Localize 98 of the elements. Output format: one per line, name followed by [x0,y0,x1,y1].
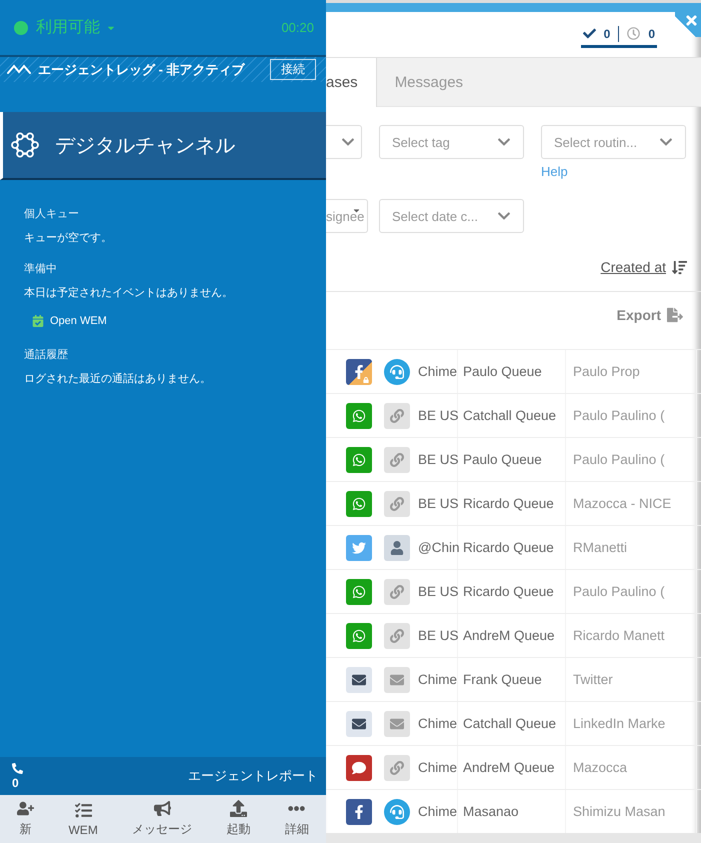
section-heading: 通話履歴 [24,348,69,362]
section-text: 本日は予定されたイベントはありません。 [24,286,234,300]
table-cell: Mazocca [573,760,628,775]
table-cell: LinkedIn Marke [573,716,666,731]
table-cell: AndreM Queue [463,760,555,775]
clock-icon [627,27,640,40]
whatsapp-icon [346,622,372,648]
table-cell: BE US [418,408,459,423]
envelope-icon [346,710,372,736]
table-cell: Chime [418,364,458,379]
export-icon [667,307,683,323]
section-heading: 準備中 [24,262,58,276]
connect-button[interactable]: 接続 [270,59,316,80]
table-cell: BE US [418,452,459,467]
table-cell: Mazocca - NICE [573,496,672,511]
table-cell: BE US [418,496,459,511]
envelope-icon [384,710,410,736]
checklist-icon [74,802,92,818]
whatsapp-icon [346,578,372,604]
table-cell: BE US [418,628,459,643]
table-cell: Shimizu Masan [573,804,666,819]
table-cell: Ricardo Queue [463,540,554,555]
select-field[interactable]: Select date c... [379,199,524,233]
table-cell: Paulo Paulino ( [573,452,665,467]
table-cell: Paulo Paulino ( [573,584,665,599]
table-cell: Paulo Prop [573,364,640,379]
person-icon [384,534,410,560]
channel-item[interactable]: デジタルチャンネル [0,112,326,180]
section-text: ログされた最近の通話はありません。 [24,372,212,386]
section-text: キューが空です。 [24,230,113,245]
link-icon [384,622,410,648]
headset-icon [384,358,410,384]
table-cell: RManetti [573,540,628,555]
megaphone-icon [154,800,171,817]
table-cell: Catchall Queue [463,408,556,423]
table-cell: Chime [418,716,458,731]
table-cell: Chime [418,672,458,687]
table-cell: Ricardo Manett [573,628,665,643]
link-icon [384,402,410,428]
table-cell: Catchall Queue [463,716,556,731]
table-cell: Ricardo Queue [463,496,554,511]
link-icon [384,446,410,472]
calendar-icon [32,315,44,327]
table-cell: Paulo Queue [463,364,542,379]
phone-icon [12,762,23,774]
twitter-icon [346,534,372,560]
check-icon [582,27,596,40]
select-field[interactable]: Select routin... [541,125,686,159]
select-field[interactable] [326,125,362,159]
select-field[interactable]: Select tag [379,125,524,159]
agent-report-link[interactable]: エージェントレポート [188,767,318,785]
export-button[interactable]: Export [610,306,689,324]
table-cell: Paulo Queue [463,452,542,467]
nav-button[interactable]: 詳細 [280,800,313,838]
table-cell: @Chin [418,540,460,555]
add-user-icon [17,800,34,817]
link-icon [384,578,410,604]
table-cell: Ricardo Queue [463,584,554,599]
call-count: 0 [12,776,19,790]
facebook-icon [346,358,372,384]
sort-link[interactable]: Created at [600,259,687,275]
whatsapp-icon [346,446,372,472]
help-link[interactable]: Help [541,164,686,179]
table-cell: Masanao [463,804,519,819]
whatsapp-icon [346,402,372,428]
network-icon [11,131,39,159]
headset-icon [384,798,410,824]
sort-icon [672,260,687,274]
nav-button[interactable]: 起動 [222,800,254,838]
nav-button[interactable]: 新 [13,800,38,838]
envelope-icon [346,666,372,692]
tab[interactable]: Messages [376,58,482,106]
link-icon [384,754,410,780]
facebook-icon [346,798,372,824]
open-wem-link[interactable]: Open WEM [32,315,302,327]
counter: 0 [648,26,655,40]
table-cell: Frank Queue [463,672,542,687]
channel-label: デジタルチャンネル [55,134,235,158]
whatsapp-icon [346,490,372,516]
chat-bubble-icon [346,754,372,780]
envelope-icon [384,666,410,692]
table-cell: AndreM Queue [463,628,555,643]
nav-button[interactable]: WEM [64,802,102,836]
status-dot [14,20,28,34]
select-field[interactable]: signee [326,199,368,233]
table-cell: Chime [418,804,458,819]
table-cell: Paulo Paulino ( [573,408,665,423]
agent-leg-status: エージェントレッグ - 非アクティブ [38,60,245,78]
section-heading: 個人キュー [24,207,80,221]
table-cell: Twitter [573,672,613,687]
timer-text: 00:20 [281,20,314,35]
upload-icon [230,800,247,817]
counter: 0 [604,26,610,40]
table-cell: BE US [418,584,459,599]
nav-button[interactable]: メッセージ [128,800,196,838]
table-cell: Chime [418,760,458,775]
link-icon [384,490,410,516]
tab[interactable]: ases [326,58,377,107]
